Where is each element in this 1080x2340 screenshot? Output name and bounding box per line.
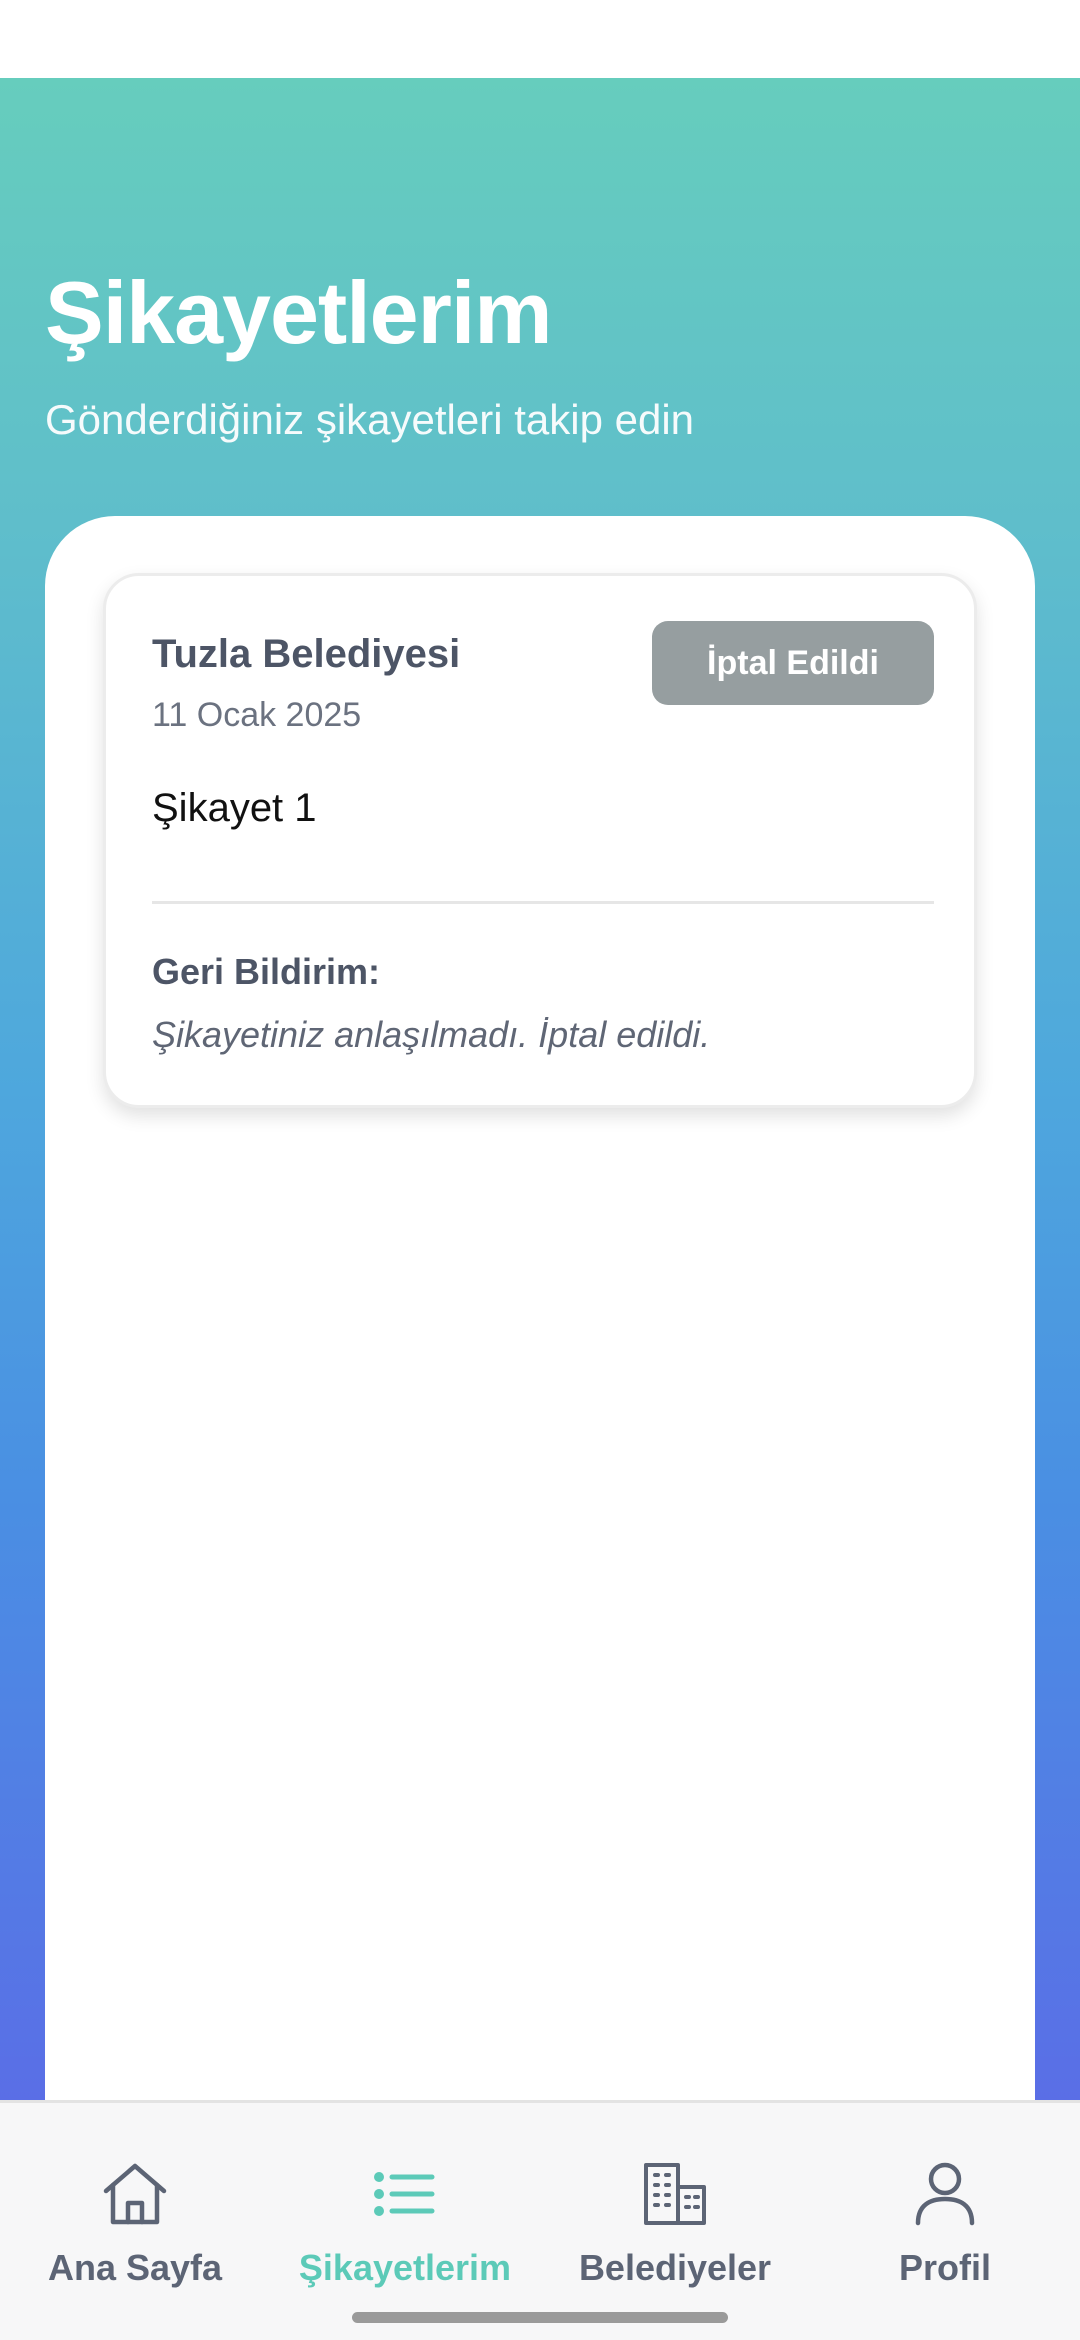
home-icon bbox=[103, 2163, 167, 2225]
nav-item-home[interactable]: Ana Sayfa bbox=[0, 2103, 270, 2308]
nav-item-profile[interactable]: Profil bbox=[810, 2103, 1080, 2308]
complaints-panel: Tuzla Belediyesi 11 Ocak 2025 İptal Edil… bbox=[45, 516, 1035, 2106]
nav-label-home: Ana Sayfa bbox=[47, 2247, 223, 2288]
profile-icon bbox=[915, 2162, 975, 2226]
page-title: Şikayetlerim bbox=[45, 263, 553, 362]
building-icon bbox=[644, 2163, 706, 2225]
list-icon bbox=[374, 2172, 435, 2216]
nav-item-municipalities[interactable]: Belediyeler bbox=[540, 2103, 810, 2308]
home-indicator[interactable] bbox=[352, 2312, 728, 2323]
status-bar bbox=[0, 0, 1080, 78]
card-divider bbox=[152, 901, 934, 904]
complaint-date: 11 Ocak 2025 bbox=[152, 696, 362, 734]
bottom-navigation: Ana Sayfa Şikayetlerim Belediyeler Profi… bbox=[0, 2100, 1080, 2340]
feedback-label: Geri Bildirim: bbox=[152, 951, 381, 992]
nav-item-complaints[interactable]: Şikayetlerim bbox=[270, 2103, 540, 2308]
nav-label-municipalities: Belediyeler bbox=[578, 2247, 772, 2288]
status-badge: İptal Edildi bbox=[652, 621, 934, 705]
feedback-text: Şikayetiniz anlaşılmadı. İptal edildi. bbox=[152, 1014, 711, 1055]
nav-label-profile: Profil bbox=[898, 2247, 991, 2288]
municipality-name: Tuzla Belediyesi bbox=[152, 632, 461, 676]
complaint-title: Şikayet 1 bbox=[152, 786, 317, 830]
page-subtitle: Gönderdiğiniz şikayetleri takip edin bbox=[45, 396, 695, 443]
nav-label-complaints: Şikayetlerim bbox=[298, 2247, 512, 2288]
complaint-card[interactable]: Tuzla Belediyesi 11 Ocak 2025 İptal Edil… bbox=[103, 573, 977, 1108]
